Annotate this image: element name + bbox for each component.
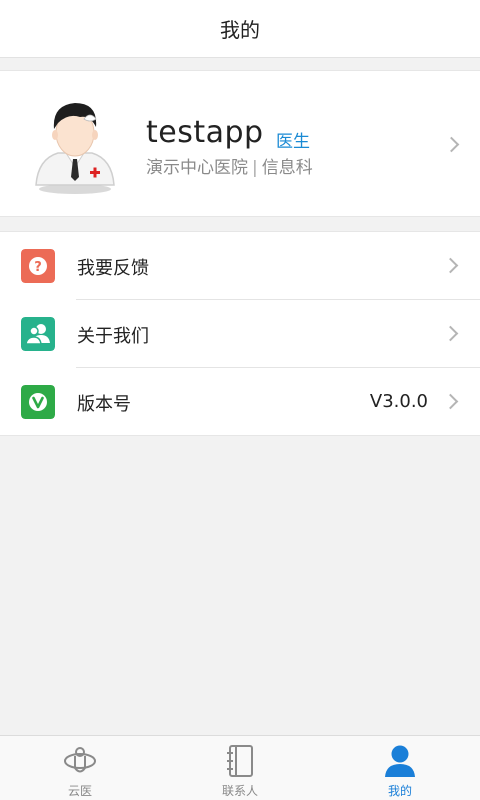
profile-card[interactable]: testapp 医生 演示中心医院 | 信息科: [0, 70, 480, 217]
chevron-right-icon: [442, 257, 459, 274]
menu-item-about-us[interactable]: 关于我们: [0, 300, 480, 368]
bottom-tab-bar: 云医 联系人 我的: [0, 735, 480, 800]
feedback-question-icon: ?: [21, 249, 55, 283]
menu-label-feedback: 我要反馈: [77, 258, 149, 279]
profile-organization: 演示中心医院 | 信息科: [146, 153, 313, 178]
tab-cloud-doctor[interactable]: 云医: [0, 736, 160, 800]
org-separator: |: [252, 158, 258, 178]
top-bar: 我的: [0, 0, 480, 58]
version-v-icon: [21, 385, 55, 419]
chevron-right-icon: [443, 136, 460, 153]
menu-item-version[interactable]: 版本号 V3.0.0: [0, 368, 480, 436]
settings-menu: ? 我要反馈 关于我们 版本号 V3.0.0: [0, 231, 480, 436]
about-us-people-icon: [21, 317, 55, 351]
profile-department: 信息科: [261, 158, 313, 178]
chevron-right-icon: [442, 393, 459, 410]
profile-username: testapp: [146, 115, 264, 150]
tab-label-contacts: 联系人: [221, 784, 258, 798]
doctor-avatar: [35, 103, 115, 194]
menu-item-feedback[interactable]: ? 我要反馈: [0, 232, 480, 300]
tab-me[interactable]: 我的: [320, 736, 480, 800]
menu-label-about-us: 关于我们: [77, 326, 149, 347]
profile-hospital: 演示中心医院: [146, 158, 248, 178]
chevron-right-icon: [442, 325, 459, 342]
svg-text:?: ?: [34, 260, 42, 275]
tab-label-me: 我的: [387, 784, 412, 798]
contacts-book-icon: [227, 745, 253, 777]
tab-contacts[interactable]: 联系人: [160, 736, 320, 800]
menu-label-version: 版本号: [77, 394, 131, 415]
version-value: V3.0.0: [369, 391, 428, 412]
cloud-doctor-icon: [64, 747, 96, 773]
page-title: 我的: [220, 18, 260, 42]
tab-label-cloud-doctor: 云医: [67, 784, 92, 798]
profile-role-badge: 医生: [276, 132, 310, 152]
user-profile-icon: [385, 745, 415, 777]
